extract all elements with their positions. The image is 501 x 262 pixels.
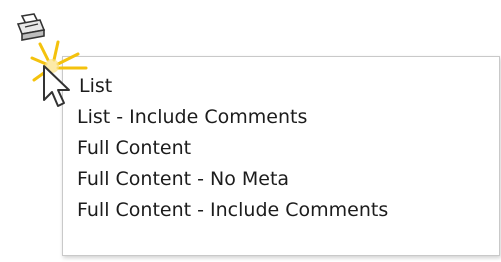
printer-icon — [16, 13, 46, 41]
print-options-menu: List List - Include Comments Full Conten… — [62, 56, 500, 256]
print-button[interactable] — [12, 12, 52, 46]
menu-item-list-include-comments[interactable]: List - Include Comments — [63, 102, 499, 133]
menu-item-full-content-no-meta[interactable]: Full Content - No Meta — [63, 164, 499, 195]
print-options-list: List List - Include Comments Full Conten… — [63, 57, 499, 226]
menu-item-full-content[interactable]: Full Content — [63, 133, 499, 164]
menu-item-list[interactable]: List — [63, 71, 499, 102]
menu-item-full-content-include-comments[interactable]: Full Content - Include Comments — [63, 195, 499, 226]
